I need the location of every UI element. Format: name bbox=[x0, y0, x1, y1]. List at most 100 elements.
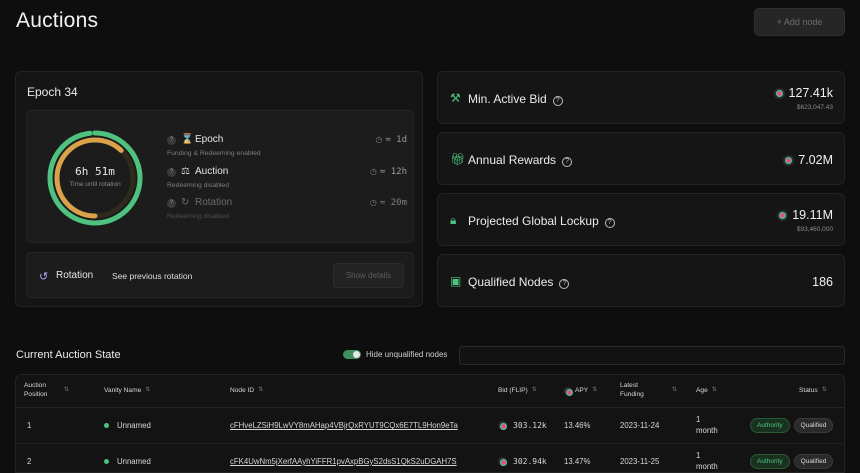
stat-value: 7.02M bbox=[783, 153, 833, 167]
rotation-icon: ↺ bbox=[39, 271, 49, 283]
search-input[interactable] bbox=[459, 346, 845, 365]
qualified-badge: Qualified bbox=[793, 454, 834, 469]
sort-icon: ⇅ bbox=[531, 387, 537, 394]
column-header-age[interactable]: Age ⇅ bbox=[696, 375, 717, 407]
authority-badge: Authority bbox=[750, 454, 790, 469]
sort-icon: ⇅ bbox=[672, 387, 678, 394]
cell-node-id: cFHveLZSiH9LwVY8mAHap4VBjrQxRYUT9CQx6E7T… bbox=[230, 408, 458, 443]
gavel-icon: ⚖ bbox=[181, 166, 190, 177]
rotation-countdown-ring bbox=[47, 130, 143, 226]
cell-status: Authority Qualified bbox=[750, 408, 834, 443]
phase-name: Rotation bbox=[195, 197, 233, 208]
status-dot bbox=[104, 459, 109, 464]
stat-label: Min. Active Bid? bbox=[468, 92, 563, 106]
help-icon[interactable]: ? bbox=[604, 218, 615, 228]
stat-usd-value: $93,460,000 bbox=[796, 226, 833, 233]
epoch-timeline-panel: 6h 51m Time until rotation ? ⌛ Epoch Fun… bbox=[26, 110, 414, 243]
cell-bid: 303.12k bbox=[498, 408, 547, 443]
cell-status: Authority Qualified bbox=[750, 444, 834, 472]
status-dot bbox=[104, 423, 109, 428]
phase-duration: ◷ ≈ 1d bbox=[375, 135, 407, 145]
lock-icon: 🔒︎ bbox=[450, 213, 457, 227]
gavel-icon: ⚒ bbox=[450, 91, 461, 105]
flip-token-icon bbox=[783, 154, 795, 166]
help-icon[interactable]: ? bbox=[167, 168, 176, 177]
sort-icon: ⇅ bbox=[821, 387, 827, 394]
phase-description: Redeeming disabled bbox=[167, 182, 229, 189]
cell-apy: 13.47% bbox=[564, 457, 591, 466]
phase-name: Auction bbox=[195, 166, 229, 177]
help-icon[interactable]: ? bbox=[562, 157, 573, 167]
rotate-icon: ↻ bbox=[181, 197, 190, 208]
phase-duration: ◷ ≈ 12h bbox=[369, 167, 407, 177]
hide-unqualified-toggle[interactable] bbox=[343, 350, 361, 359]
cell-position: 2 bbox=[27, 457, 32, 466]
cell-latest-funding: 2023-11-25 bbox=[620, 457, 660, 466]
cell-apy: 13.46% bbox=[564, 421, 591, 430]
phase-description: Funding & Redeeming enabled bbox=[167, 150, 261, 157]
sort-icon: ⇅ bbox=[64, 387, 70, 394]
table-row[interactable]: 1 Unnamed cFHveLZSiH9LwVY8mAHap4VBjrQxRY… bbox=[16, 408, 844, 443]
epoch-title: Epoch 34 bbox=[27, 85, 78, 99]
server-icon: ▣ bbox=[450, 274, 462, 288]
cell-position: 1 bbox=[27, 421, 32, 430]
cell-vanity: Unnamed bbox=[104, 408, 151, 443]
clock-icon: ◷ bbox=[369, 198, 377, 207]
sort-icon: ⇅ bbox=[145, 387, 151, 394]
show-details-button[interactable]: Show details bbox=[333, 263, 404, 288]
table-row[interactable]: 2 Unnamed cFK4UwNm5jXerfAAyhYiFFR1pvAxpB… bbox=[16, 444, 844, 472]
column-header-node-id[interactable]: Node ID ⇅ bbox=[230, 375, 263, 407]
column-header-vanity[interactable]: Vanity Name ⇅ bbox=[104, 375, 150, 407]
auction-table: Auction Position ⇅ Vanity Name ⇅ Node ID ⇅ … bbox=[15, 374, 845, 473]
flip-token-icon bbox=[498, 421, 507, 430]
flip-token-icon bbox=[777, 209, 789, 221]
clock-icon: ◷ bbox=[375, 135, 383, 144]
phase-rotation: ? ↻ Rotation Redeeming disabled ◷ ≈ 20m bbox=[167, 197, 407, 227]
add-node-button[interactable]: + Add node bbox=[754, 8, 845, 36]
cell-bid: 302.94k bbox=[498, 444, 547, 472]
stat-label: Qualified Nodes? bbox=[468, 275, 570, 289]
stat-usd-value: $623,047.43 bbox=[796, 104, 833, 111]
hourglass-icon: ⌛ bbox=[181, 134, 194, 145]
column-header-apy[interactable]: APY ⇅ bbox=[564, 375, 597, 407]
node-id-link[interactable]: cFK4UwNm5jXerfAAyhYiFFR1pvAxpBGyS2dsS1Qk… bbox=[230, 457, 457, 466]
rotation-bar: ↺ Rotation See previous rotation Show de… bbox=[26, 252, 414, 298]
help-icon[interactable]: ? bbox=[167, 136, 176, 145]
epoch-card: Epoch 34 6h 51m Time until rotation ? ⌛ … bbox=[15, 71, 423, 307]
stat-value: 186 bbox=[812, 275, 833, 289]
phase-duration: ◷ ≈ 20m bbox=[369, 198, 407, 208]
help-icon[interactable]: ? bbox=[559, 279, 570, 289]
authority-badge: Authority bbox=[750, 418, 790, 433]
page-title: Auctions bbox=[16, 9, 99, 32]
stat-qualified-nodes: ▣ Qualified Nodes? 186 bbox=[437, 254, 845, 307]
rotation-label: Rotation bbox=[56, 270, 94, 281]
node-id-link[interactable]: cFHveLZSiH9LwVY8mAHap4VBjrQxRYUT9CQx6E7T… bbox=[230, 421, 458, 430]
hide-unqualified-label: Hide unqualified nodes bbox=[366, 350, 448, 359]
rotation-countdown: 6h 51m bbox=[75, 165, 115, 178]
stat-label: Projected Global Lockup? bbox=[468, 214, 615, 228]
cell-latest-funding: 2023-11-24 bbox=[620, 421, 660, 430]
flip-token-icon bbox=[773, 87, 785, 99]
stat-min-active-bid: ⚒ Min. Active Bid? 127.41k $623,047.43 bbox=[437, 71, 845, 124]
stat-label: Annual Rewards? bbox=[468, 153, 573, 167]
rotation-countdown-label: Time until rotation bbox=[69, 181, 121, 188]
gift-icon: 🎁︎ bbox=[450, 152, 466, 166]
see-previous-rotation-link[interactable]: See previous rotation bbox=[112, 271, 192, 281]
stat-annual-rewards: 🎁︎ Annual Rewards? 7.02M bbox=[437, 132, 845, 185]
column-header-status[interactable]: Status ⇅ bbox=[799, 375, 827, 407]
column-header-latest-funding[interactable]: Latest Funding ⇅ bbox=[620, 375, 680, 407]
section-title: Current Auction State bbox=[16, 349, 121, 361]
sort-icon: ⇅ bbox=[592, 387, 598, 394]
column-header-bid[interactable]: Bid (FLIP) ⇅ bbox=[498, 375, 537, 407]
phase-auction: ? ⚖ Auction Redeeming disabled ◷ ≈ 12h bbox=[167, 166, 407, 196]
cell-age: 1 month bbox=[696, 450, 718, 471]
clock-icon: ◷ bbox=[369, 167, 377, 176]
cell-node-id: cFK4UwNm5jXerfAAyhYiFFR1pvAxpBGyS2dsS1Qk… bbox=[230, 444, 457, 472]
flip-token-icon bbox=[498, 457, 507, 466]
column-header-position[interactable]: Auction Position ⇅ bbox=[24, 375, 94, 407]
phase-name: Epoch bbox=[195, 134, 224, 145]
help-icon[interactable]: ? bbox=[167, 199, 176, 208]
phase-epoch: ? ⌛ Epoch Funding & Redeeming enabled ◷ ≈… bbox=[167, 134, 407, 164]
help-icon[interactable]: ? bbox=[552, 96, 563, 106]
help-icon bbox=[564, 387, 572, 395]
